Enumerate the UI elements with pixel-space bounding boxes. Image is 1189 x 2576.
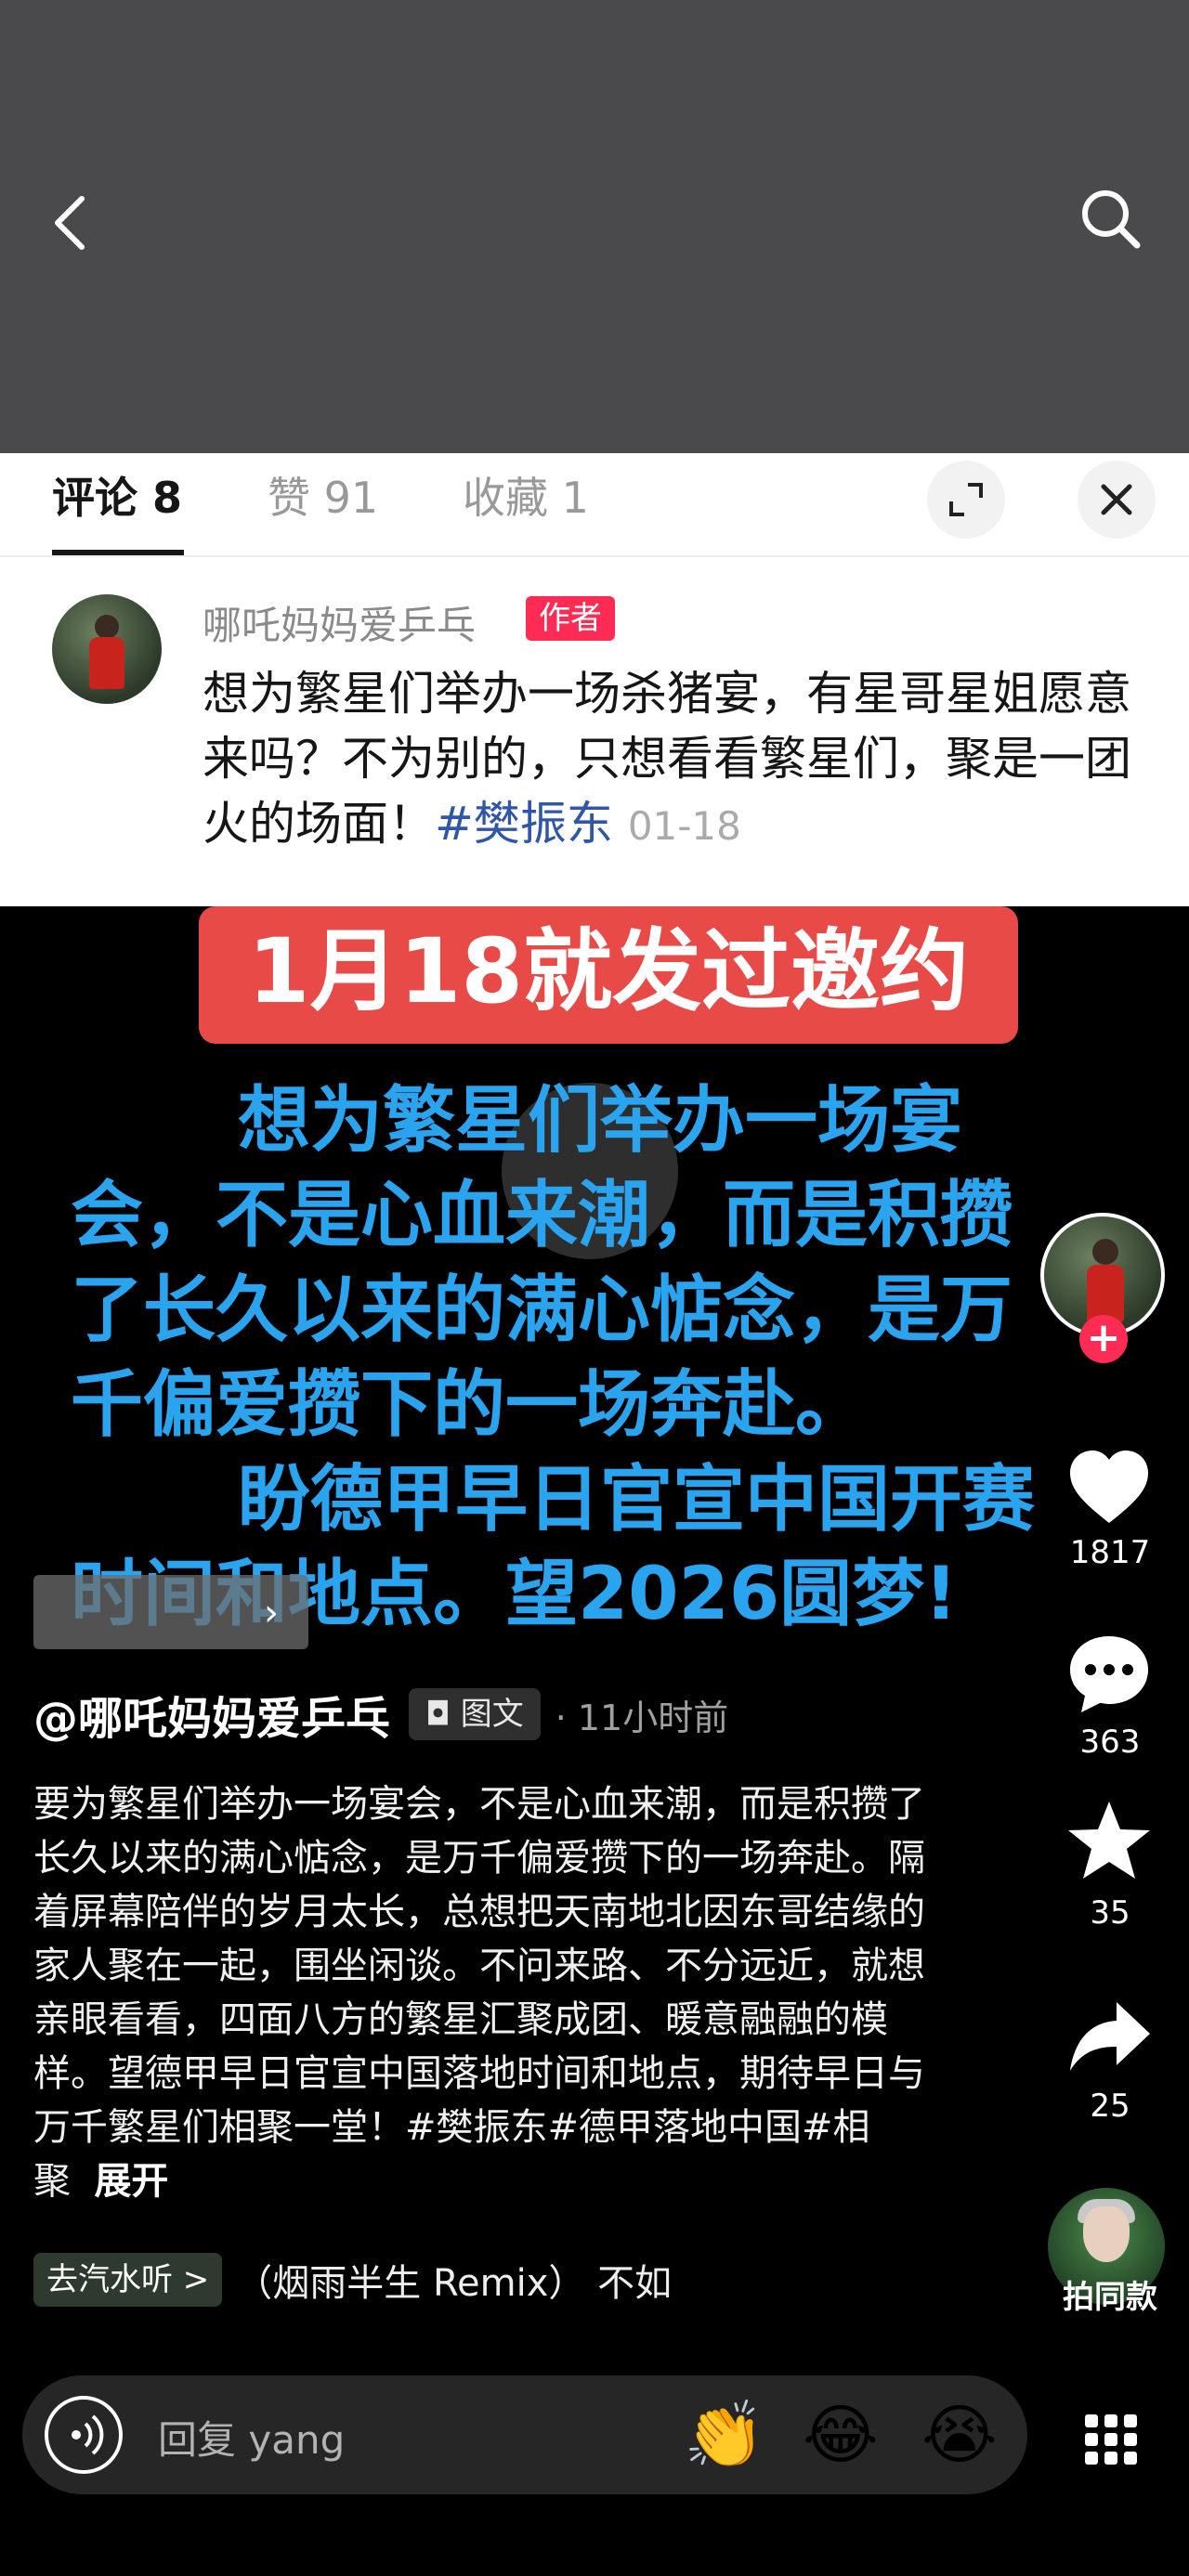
comment-item[interactable]: 哪吒妈妈爱乒乓 作者 想为繁星们举办一场杀猪宴，有星哥星姐愿意来吗？不为别的，只… <box>0 557 1189 906</box>
post-author[interactable]: @哪吒妈妈爱乒乓 <box>33 1682 390 1747</box>
emoji-clap-button[interactable]: 👏 <box>684 2398 764 2472</box>
overlay-line: 会，不是心血来潮，而是积攒 <box>71 1174 1013 1257</box>
action-column: + 1817 363 35 25 拍同款 <box>1022 906 1189 2576</box>
voice-icon <box>72 2414 104 2455</box>
avatar[interactable] <box>52 594 162 704</box>
video-banner: 1月18就发过邀约 <box>199 906 1018 1044</box>
author-badge: 作者 <box>526 596 615 641</box>
like-count: 1817 <box>1069 1534 1151 1571</box>
top-overlay <box>0 0 1189 453</box>
comment-tabs: 评论 8 赞 91 收藏 1 <box>0 453 1189 557</box>
close-icon <box>1101 484 1132 515</box>
post-meta: @哪吒妈妈爱乒乓 ◘ 图文 · 11小时前 <box>33 1682 729 1747</box>
follow-button[interactable]: + <box>1079 1315 1128 1363</box>
star-icon[interactable] <box>1065 1796 1154 1885</box>
music-title[interactable]: （烟雨半生 Remix） 不如 <box>235 2253 672 2307</box>
description-text: 要为繁星们举办一场宴会，不是心血来潮，而是积攒了长久以来的满心惦念，是万千偏爱攒… <box>33 1783 925 2203</box>
music-app-link[interactable]: 去汽水听 > <box>33 2253 223 2307</box>
overlay-line: 了长久以来的满心惦念，是万 <box>71 1268 1013 1352</box>
overlay-line: 盼德甲早日官宣中国开赛 <box>238 1458 1036 1542</box>
tab-favorites[interactable]: 收藏 1 <box>463 464 589 526</box>
back-button[interactable] <box>45 186 100 260</box>
share-count: 25 <box>1090 2088 1130 2125</box>
post-description: 要为繁星们举办一场宴会，不是心血来潮，而是积攒了长久以来的满心惦念，是万千偏爱攒… <box>33 1777 925 2208</box>
post-type-badge: ◘ 图文 <box>409 1688 541 1740</box>
favorite-count: 35 <box>1090 1894 1130 1932</box>
video-overlay-text: 想为繁星们举办一场宴 会，不是心血来潮，而是积攒 了长久以来的满心惦念，是万 千… <box>71 1073 1120 1642</box>
comment-icon[interactable] <box>1065 1629 1154 1718</box>
search-icon <box>1082 190 1141 249</box>
voice-button[interactable] <box>45 2396 123 2474</box>
comments-sheet: 评论 8 赞 91 收藏 1 哪吒妈妈爱乒乓 作者 想为繁星们举办一场杀猪宴，有… <box>0 453 1189 906</box>
close-button[interactable] <box>1078 461 1156 539</box>
image-post-icon: ◘ <box>425 1696 461 1733</box>
back-chevron-icon <box>55 196 85 250</box>
avatar-face <box>1083 2206 1130 2262</box>
emoji-cry-button[interactable]: 😭 <box>921 2398 998 2472</box>
grid-menu-icon[interactable] <box>1081 2407 1141 2466</box>
comment-date: 01-18 <box>627 803 741 849</box>
emoji-laugh-button[interactable]: 😂 <box>803 2398 879 2472</box>
tab-likes[interactable]: 赞 91 <box>268 464 378 526</box>
overlay-line: 千偏爱攒下的一场奔赴。 <box>71 1363 869 1447</box>
expand-icon <box>949 483 983 516</box>
avatar-figure-body <box>89 637 124 689</box>
chevron-right-icon: › <box>264 1592 279 1634</box>
reply-input[interactable]: 回复 yang <box>158 2409 345 2465</box>
expand-link[interactable]: 展开 <box>94 2160 168 2203</box>
comment-author[interactable]: 哪吒妈妈爱乒乓 <box>203 594 476 651</box>
heart-icon[interactable] <box>1065 1445 1154 1534</box>
overlay-line: 想为繁星们举办一场宴 <box>238 1079 963 1163</box>
avatar-figure-head <box>95 615 119 639</box>
post-type-label: 图文 <box>460 1696 524 1733</box>
comment-count: 363 <box>1079 1724 1141 1761</box>
comment-hashtag[interactable]: #樊振东 <box>435 797 613 851</box>
tab-comments[interactable]: 评论 8 <box>52 464 182 526</box>
search-button[interactable] <box>1074 182 1148 256</box>
reply-input-bar[interactable]: 回复 yang 👏 😂 😭 <box>22 2375 1027 2494</box>
music-row[interactable]: 去汽水听 > （烟雨半生 Remix） 不如 <box>33 2251 672 2309</box>
shoot-same-label[interactable]: 拍同款 <box>1022 2271 1189 2317</box>
comment-text: 想为繁星们举办一场杀猪宴，有星哥星姐愿意来吗？不为别的，只想看看繁星们，聚是一团… <box>203 661 1141 859</box>
avatar-figure-head <box>1092 1239 1118 1265</box>
video-player[interactable]: 1月18就发过邀约 想为繁星们举办一场宴 会，不是心血来潮，而是积攒 了长久以来… <box>0 906 1189 2576</box>
post-time: · 11小时前 <box>555 1697 729 1738</box>
share-icon[interactable] <box>1065 1993 1154 2082</box>
tab-underline <box>52 550 184 555</box>
expand-button[interactable] <box>927 461 1005 539</box>
